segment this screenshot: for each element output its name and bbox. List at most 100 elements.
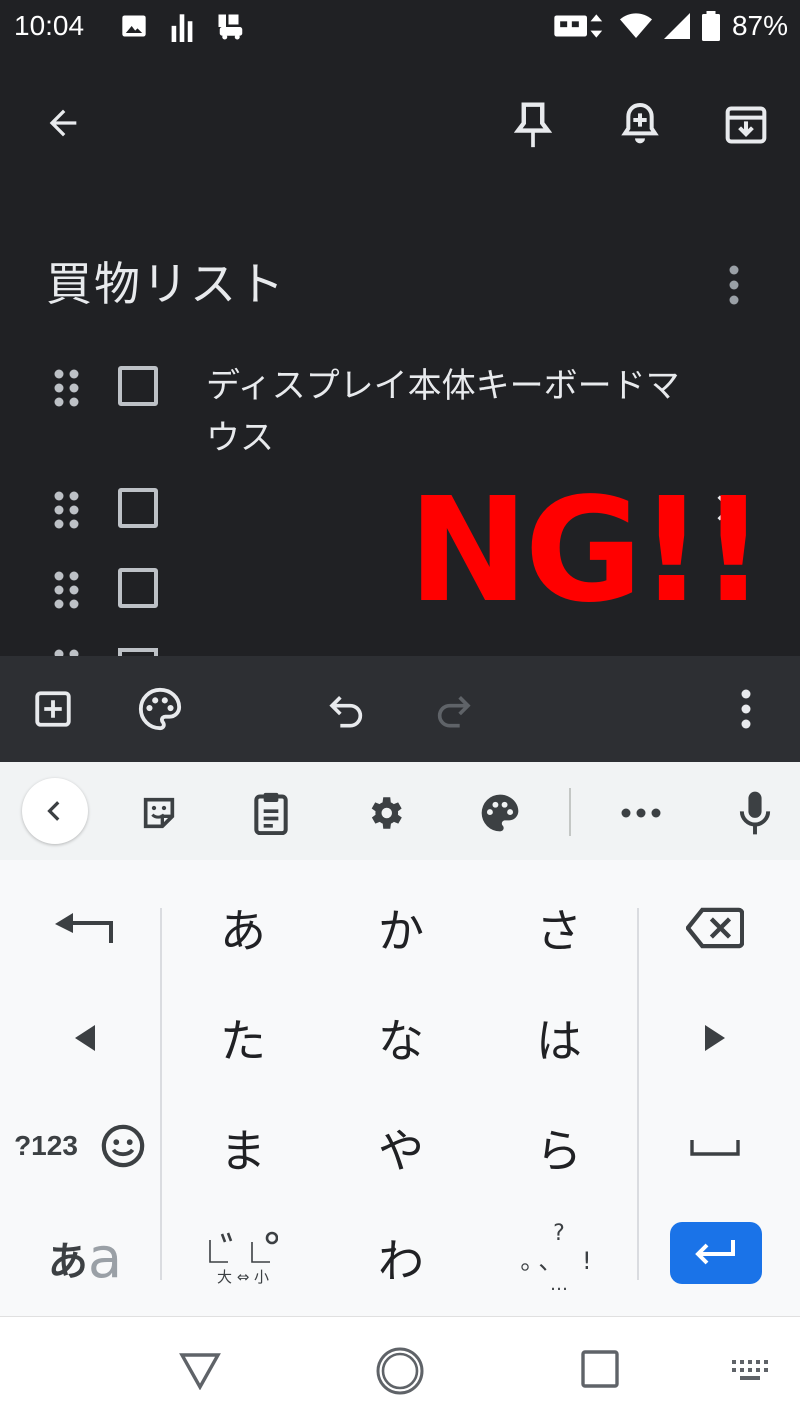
keyboard-icon: [732, 1360, 768, 1380]
item-checkbox[interactable]: [118, 568, 158, 608]
car-icon: [218, 14, 243, 40]
ng-overlay-text: NG!!: [408, 466, 766, 634]
punct-top-label: ?: [553, 1221, 565, 1246]
punctuation-key[interactable]: ? 。、 ! …: [484, 1210, 634, 1306]
more-dots-icon: [621, 808, 661, 818]
item-text[interactable]: ディスプレイ本体キーボードマウス: [206, 360, 686, 464]
arrow-back-icon: [49, 109, 77, 137]
palette-icon: [138, 687, 182, 731]
undo-key[interactable]: [20, 880, 150, 976]
clipboard-icon: [254, 792, 288, 835]
key-ma[interactable]: ま: [168, 1100, 318, 1196]
keyboard-settings-button[interactable]: [358, 786, 412, 840]
cursor-left-key[interactable]: [20, 990, 150, 1086]
key-wa[interactable]: わ: [326, 1210, 476, 1306]
triangle-right-icon: [705, 1025, 725, 1051]
status-time: 10:04: [14, 10, 85, 41]
data-transfer-icon: [554, 14, 603, 38]
system-navigation-bar: [0, 1316, 800, 1422]
more-options-button[interactable]: [722, 684, 770, 734]
note-more-button[interactable]: [712, 260, 756, 310]
mode-hiragana-label: あ: [47, 1239, 88, 1285]
sticker-button[interactable]: [132, 786, 186, 840]
drag-handle-icon[interactable]: [52, 488, 82, 532]
key-na[interactable]: な: [326, 990, 476, 1086]
reminder-button[interactable]: [614, 98, 666, 152]
nav-home-circle-icon: [376, 1347, 424, 1395]
note-bottom-bar: [0, 656, 800, 762]
dakuten-handakuten-icon: [209, 1231, 278, 1263]
redo-button[interactable]: [426, 682, 480, 736]
key-ka[interactable]: か: [326, 880, 476, 976]
item-checkbox[interactable]: [118, 366, 158, 406]
dakuten-key[interactable]: 大 ⇔ 小: [168, 1210, 318, 1306]
mic-icon: [739, 791, 771, 835]
nav-recents-button[interactable]: [570, 1339, 630, 1399]
enter-key[interactable]: [670, 1222, 762, 1284]
clipboard-button[interactable]: [244, 786, 298, 840]
emoji-key[interactable]: [92, 1098, 154, 1194]
archive-button[interactable]: [720, 98, 772, 152]
more-vert-icon: [729, 265, 739, 305]
pin-button[interactable]: [508, 98, 558, 152]
add-content-button[interactable]: [26, 682, 80, 736]
mode-alpha-label: a: [87, 1225, 123, 1291]
key-ya[interactable]: や: [326, 1100, 476, 1196]
cell-signal-icon: [663, 13, 690, 39]
status-bar: 10:04 87%: [0, 0, 800, 56]
keyboard-toolbar: [0, 762, 800, 860]
space-key[interactable]: [650, 1100, 780, 1196]
key-sa[interactable]: さ: [484, 880, 634, 976]
enter-arrow-icon: [695, 1240, 735, 1265]
backspace-key[interactable]: [650, 880, 780, 976]
nav-back-button[interactable]: [170, 1341, 230, 1401]
battery-icon: [701, 11, 720, 41]
key-ta[interactable]: た: [168, 990, 318, 1086]
signal-bars-icon: [171, 14, 193, 42]
voice-input-button[interactable]: [728, 784, 782, 842]
add-box-icon: [35, 691, 71, 727]
background-color-button[interactable]: [132, 682, 188, 736]
redo-icon: [437, 696, 471, 728]
keyboard-collapse-button[interactable]: [22, 778, 88, 844]
input-mode-key[interactable]: あa: [20, 1210, 150, 1306]
back-button[interactable]: [38, 98, 88, 148]
settings-icon: [371, 797, 402, 829]
dakuten-sub-label: 大 ⇔ 小: [216, 1267, 270, 1286]
battery-percent: 87%: [731, 10, 788, 41]
more-vert-icon: [741, 689, 751, 729]
keyboard-theme-button[interactable]: [472, 786, 528, 840]
symbols-key[interactable]: ?123: [4, 1098, 88, 1194]
drag-handle-icon[interactable]: [52, 366, 82, 410]
punct-bottom-label: …: [550, 1274, 568, 1295]
keyboard-switch-button[interactable]: [726, 1353, 774, 1389]
theme-palette-icon: [481, 794, 519, 832]
key-ra[interactable]: ら: [484, 1100, 634, 1196]
list-item-partial: [0, 644, 800, 656]
archive-icon: [725, 106, 767, 144]
triangle-left-icon: [75, 1025, 95, 1051]
list-item: ディスプレイ本体キーボードマウス: [0, 360, 800, 470]
pin-icon: [514, 102, 552, 148]
key-ha[interactable]: は: [484, 990, 634, 1086]
backspace-icon: [686, 907, 744, 949]
emoji-icon: [101, 1124, 145, 1168]
back-chevron-icon: [47, 801, 60, 821]
nav-back-triangle-icon: [179, 1353, 221, 1390]
punct-mid-label: 。、 !: [520, 1247, 598, 1275]
cursor-right-key[interactable]: [650, 990, 780, 1086]
image-icon: [122, 15, 146, 37]
nav-recents-square-icon: [581, 1350, 619, 1388]
undo-arrow-icon: [55, 913, 113, 943]
more-tools-button[interactable]: [612, 786, 670, 840]
keyboard-divider-right: [637, 908, 639, 1280]
note-title[interactable]: 買物リスト: [46, 248, 286, 314]
drag-handle-icon[interactable]: [52, 568, 82, 612]
sticker-icon: [143, 797, 175, 829]
keyboard-divider-left: [160, 908, 162, 1280]
nav-home-button[interactable]: [368, 1339, 432, 1403]
item-checkbox[interactable]: [118, 488, 158, 528]
key-a[interactable]: あ: [168, 880, 318, 976]
undo-icon: [329, 696, 363, 728]
undo-button[interactable]: [320, 682, 374, 736]
